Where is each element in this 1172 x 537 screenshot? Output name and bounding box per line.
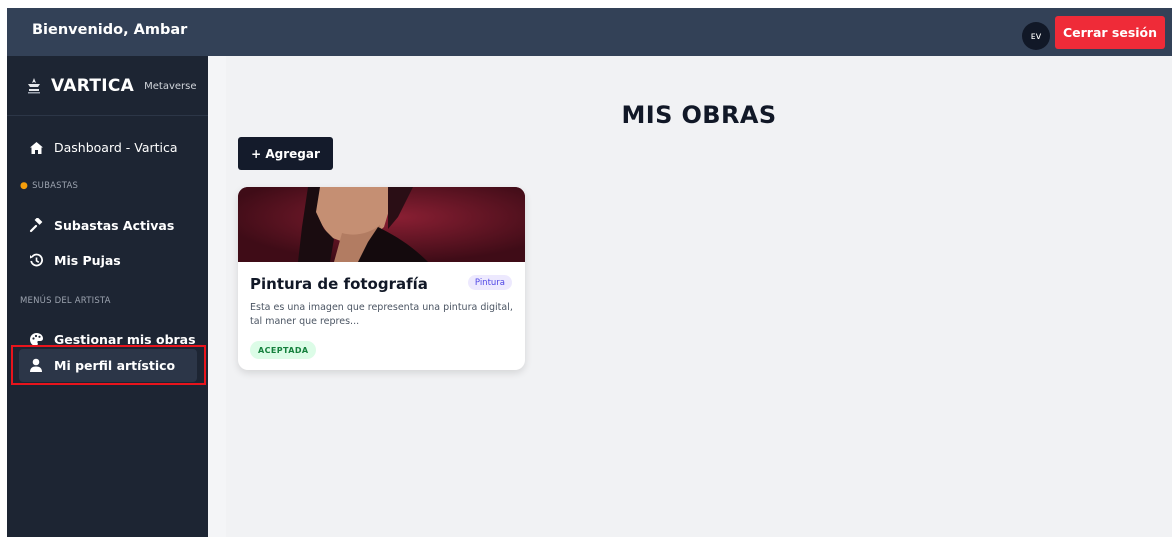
history-icon <box>28 253 44 269</box>
sidebar-item-label: Mi perfil artístico <box>54 358 176 373</box>
logout-button[interactable]: Cerrar sesión <box>1055 16 1165 49</box>
sidebar-item-label: Mis Pujas <box>54 253 121 268</box>
top-bar: Bienvenido, Ambar ᴇᴠ Cerrar sesión <box>7 8 1172 56</box>
brand[interactable]: VARTICA Metaverse <box>25 76 197 96</box>
sidebar-item-label: Gestionar mis obras <box>54 332 196 347</box>
app-window: Bienvenido, Ambar ᴇᴠ Cerrar sesión VARTI… <box>7 8 1172 537</box>
section-label-artista: MENÚS DEL ARTISTA <box>20 296 111 306</box>
home-icon <box>28 140 44 156</box>
avatar-initials: ᴇᴠ <box>1030 30 1042 42</box>
sidebar: VARTICA Metaverse Dashboard - Vartica ● … <box>7 56 208 537</box>
main-panel: MIS OBRAS + Agregar Pintura de fotografí… <box>226 56 1172 537</box>
artwork-title: Pintura de fotografía <box>250 275 428 293</box>
vartica-logo-icon <box>25 77 43 95</box>
page-title: MIS OBRAS <box>621 101 777 129</box>
artwork-description: Esta es una imagen que representa una pi… <box>250 302 513 327</box>
money-bag-icon: ● <box>20 181 29 191</box>
section-label-subastas: ● SUBASTAS <box>20 181 78 191</box>
user-avatar[interactable]: ᴇᴠ <box>1022 22 1050 50</box>
category-badge: Pintura <box>467 275 512 290</box>
brand-subtitle: Metaverse <box>144 80 197 92</box>
user-icon <box>28 358 44 374</box>
sidebar-divider <box>7 115 208 116</box>
brand-name: VARTICA <box>51 76 135 96</box>
section-label-text: SUBASTAS <box>32 181 79 191</box>
sidebar-item-subastas-activas[interactable]: Subastas Activas <box>19 209 197 242</box>
add-artwork-button[interactable]: + Agregar <box>238 137 333 170</box>
status-badge: ACEPTADA <box>250 341 317 359</box>
welcome-text: Bienvenido, Ambar <box>32 22 188 38</box>
palette-icon <box>28 332 44 348</box>
sidebar-item-label: Subastas Activas <box>54 218 175 233</box>
sidebar-item-mi-perfil[interactable]: Mi perfil artístico <box>19 349 197 382</box>
artwork-image <box>238 187 525 262</box>
section-label-text: MENÚS DEL ARTISTA <box>20 296 111 306</box>
sidebar-item-dashboard[interactable]: Dashboard - Vartica <box>19 131 197 164</box>
gavel-icon <box>28 218 44 234</box>
sidebar-item-mis-pujas[interactable]: Mis Pujas <box>19 244 197 277</box>
sidebar-item-label: Dashboard - Vartica <box>54 140 178 155</box>
main-content: MIS OBRAS + Agregar Pintura de fotografí… <box>208 56 1172 537</box>
artwork-card[interactable]: Pintura de fotografía Pintura Esta es un… <box>238 187 525 370</box>
